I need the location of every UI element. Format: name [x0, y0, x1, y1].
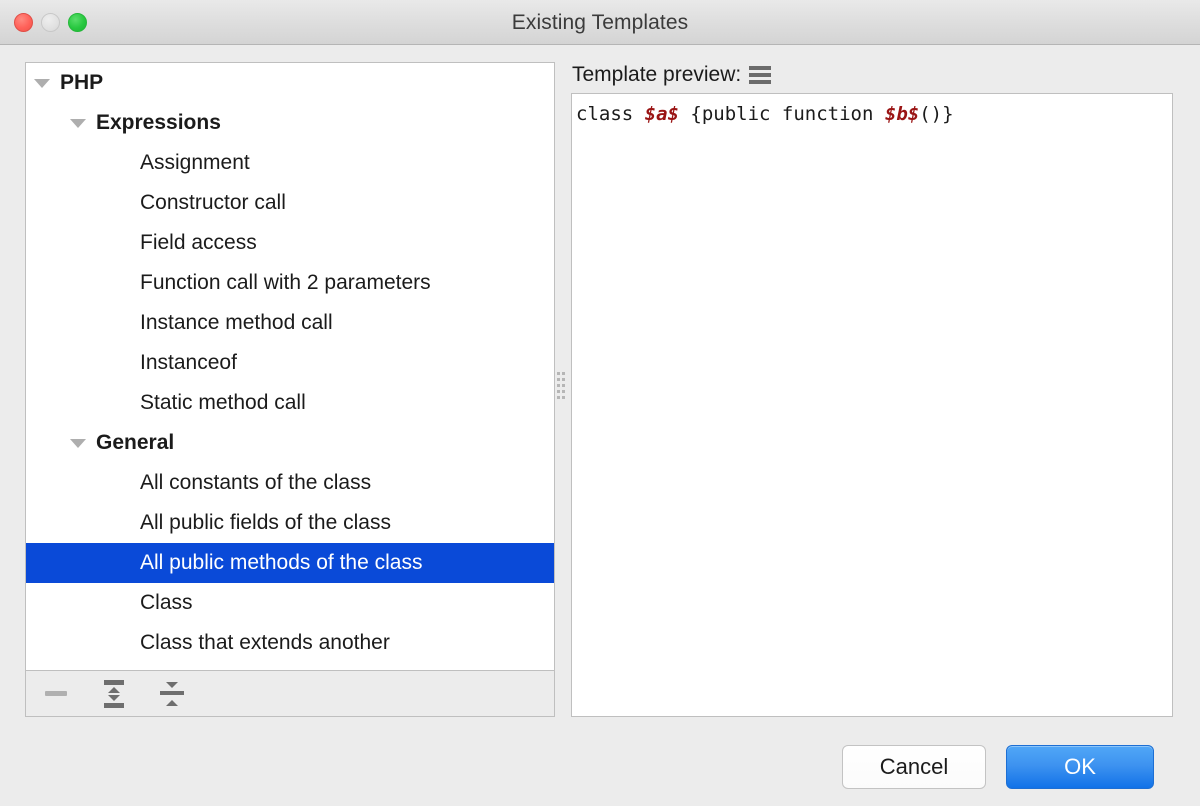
tree-node-label: Instanceof	[140, 351, 237, 374]
tree-node-general[interactable]: General	[26, 423, 554, 463]
code-segment: ()}	[919, 103, 954, 125]
tree-node-label: Class that extends another	[140, 631, 390, 654]
expand-all-icon	[101, 679, 127, 708]
tree-item-static-method-call[interactable]: Static method call	[26, 383, 554, 423]
tree-item-instance-method-call[interactable]: Instance method call	[26, 303, 554, 343]
code-variable-a: $a$	[644, 103, 679, 125]
tree-item-constructor-call[interactable]: Constructor call	[26, 183, 554, 223]
chevron-down-icon[interactable]	[70, 438, 86, 448]
tree-node-label: Instance method call	[140, 311, 333, 334]
existing-templates-dialog: Existing Templates PHP Expressions Assig…	[0, 0, 1200, 806]
tree-item-all-public-methods-of-the-class[interactable]: All public methods of the class	[26, 543, 554, 583]
tree-node-expressions[interactable]: Expressions	[26, 103, 554, 143]
tree-item-all-constants-of-the-class[interactable]: All constants of the class	[26, 463, 554, 503]
tree-node-label: Expressions	[96, 111, 221, 134]
tree-node-label: Class	[140, 591, 193, 614]
tree-node-label: General	[96, 431, 175, 454]
tree-toolbar	[25, 671, 555, 717]
tree-node-label: PHP	[60, 71, 104, 94]
tree-node-label: All public methods of the class	[140, 551, 423, 574]
collapse-all-button[interactable]	[156, 679, 188, 709]
tree-item-class-that-extends-another[interactable]: Class that extends another	[26, 623, 554, 663]
dialog-footer: Cancel OK	[0, 740, 1200, 806]
window-title: Existing Templates	[511, 11, 689, 34]
minus-icon	[45, 691, 67, 696]
title-bar: Existing Templates	[0, 0, 1200, 45]
tree-node-label: Field access	[140, 231, 257, 254]
chevron-down-icon[interactable]	[34, 78, 50, 88]
code-segment: class	[576, 103, 645, 125]
tree-item-assignment[interactable]: Assignment	[26, 143, 554, 183]
chevron-down-icon[interactable]	[70, 118, 86, 128]
tree-node-label: All constants of the class	[140, 471, 372, 494]
template-preview-label: Template preview:	[572, 63, 742, 86]
tree-item-class[interactable]: Class	[26, 583, 554, 623]
tree-node-label: Static method call	[140, 391, 306, 414]
tree-item-field-access[interactable]: Field access	[26, 223, 554, 263]
ok-button[interactable]: OK	[1006, 745, 1154, 789]
tree-node-label: All public fields of the class	[140, 511, 391, 534]
tree-node-label: Assignment	[140, 151, 250, 174]
template-preview-code: class $a$ {public function $b$()}	[572, 94, 1172, 127]
code-segment: {public function	[678, 103, 885, 125]
panel-splitter-handle[interactable]	[556, 365, 565, 405]
template-preview-header: Template preview:	[572, 63, 772, 87]
remove-template-button[interactable]	[40, 679, 72, 709]
hamburger-menu-icon[interactable]	[749, 66, 772, 84]
tree-item-instanceof[interactable]: Instanceof	[26, 343, 554, 383]
templates-tree[interactable]: PHP Expressions Assignment Constructor c…	[25, 62, 555, 671]
cancel-button[interactable]: Cancel	[842, 745, 986, 789]
tree-item-function-call-with-2-parameters[interactable]: Function call with 2 parameters	[26, 263, 554, 303]
tree-node-php[interactable]: PHP	[26, 63, 554, 103]
template-preview-box[interactable]: class $a$ {public function $b$()}	[571, 93, 1173, 717]
tree-item-all-public-fields-of-the-class[interactable]: All public fields of the class	[26, 503, 554, 543]
collapse-all-icon	[159, 680, 185, 708]
code-variable-b: $b$	[884, 103, 920, 125]
expand-all-button[interactable]	[98, 679, 130, 709]
tree-node-label: Function call with 2 parameters	[140, 271, 431, 294]
tree-node-label: Constructor call	[140, 191, 286, 214]
